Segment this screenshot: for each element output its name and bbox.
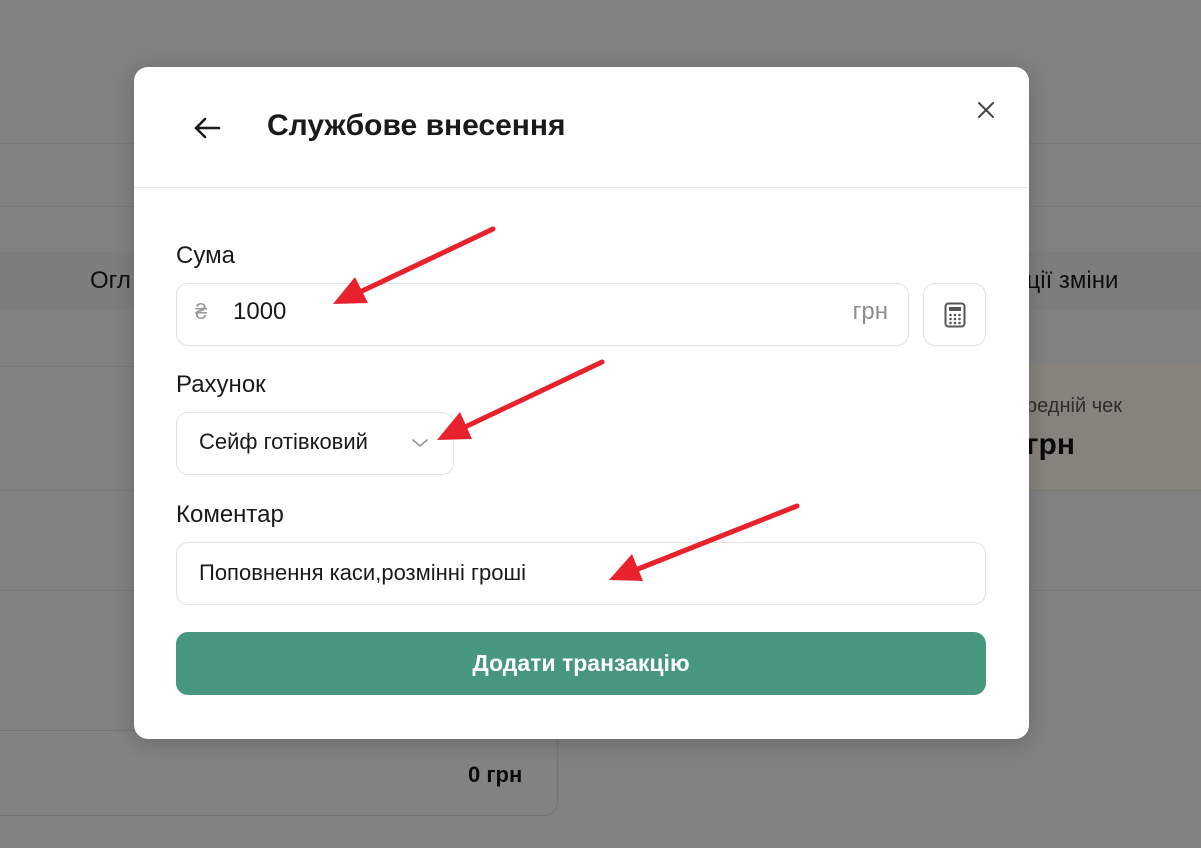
amount-input[interactable]: ₴ 1000 грн [176,283,909,346]
modal-header: Службове внесення [134,67,1029,188]
hryvnia-icon: ₴ [195,299,208,324]
account-selected-value: Сейф готівковий [199,429,368,454]
amount-label: Сума [176,242,235,269]
modal-title: Службове внесення [267,109,566,142]
close-button[interactable] [974,98,998,122]
calculator-icon [944,302,965,327]
comment-input[interactable]: Поповнення каси,розмінні гроші [176,542,986,605]
back-button[interactable] [190,111,224,145]
comment-value: Поповнення каси,розмінні гроші [199,560,526,585]
chevron-down-icon [412,439,428,447]
service-deposit-modal: Службове внесення Сума ₴ 1000 грн Рахуно… [134,67,1029,739]
comment-label: Коментар [176,501,284,528]
account-select[interactable]: Сейф готівковий [176,412,454,475]
add-transaction-button[interactable]: Додати транзакцію [176,632,986,695]
close-icon [978,102,994,118]
calculator-button[interactable] [923,283,986,346]
account-label: Рахунок [176,371,266,398]
arrow-left-icon [194,117,221,139]
amount-unit: грн [852,298,888,325]
amount-value: 1000 [233,298,287,325]
